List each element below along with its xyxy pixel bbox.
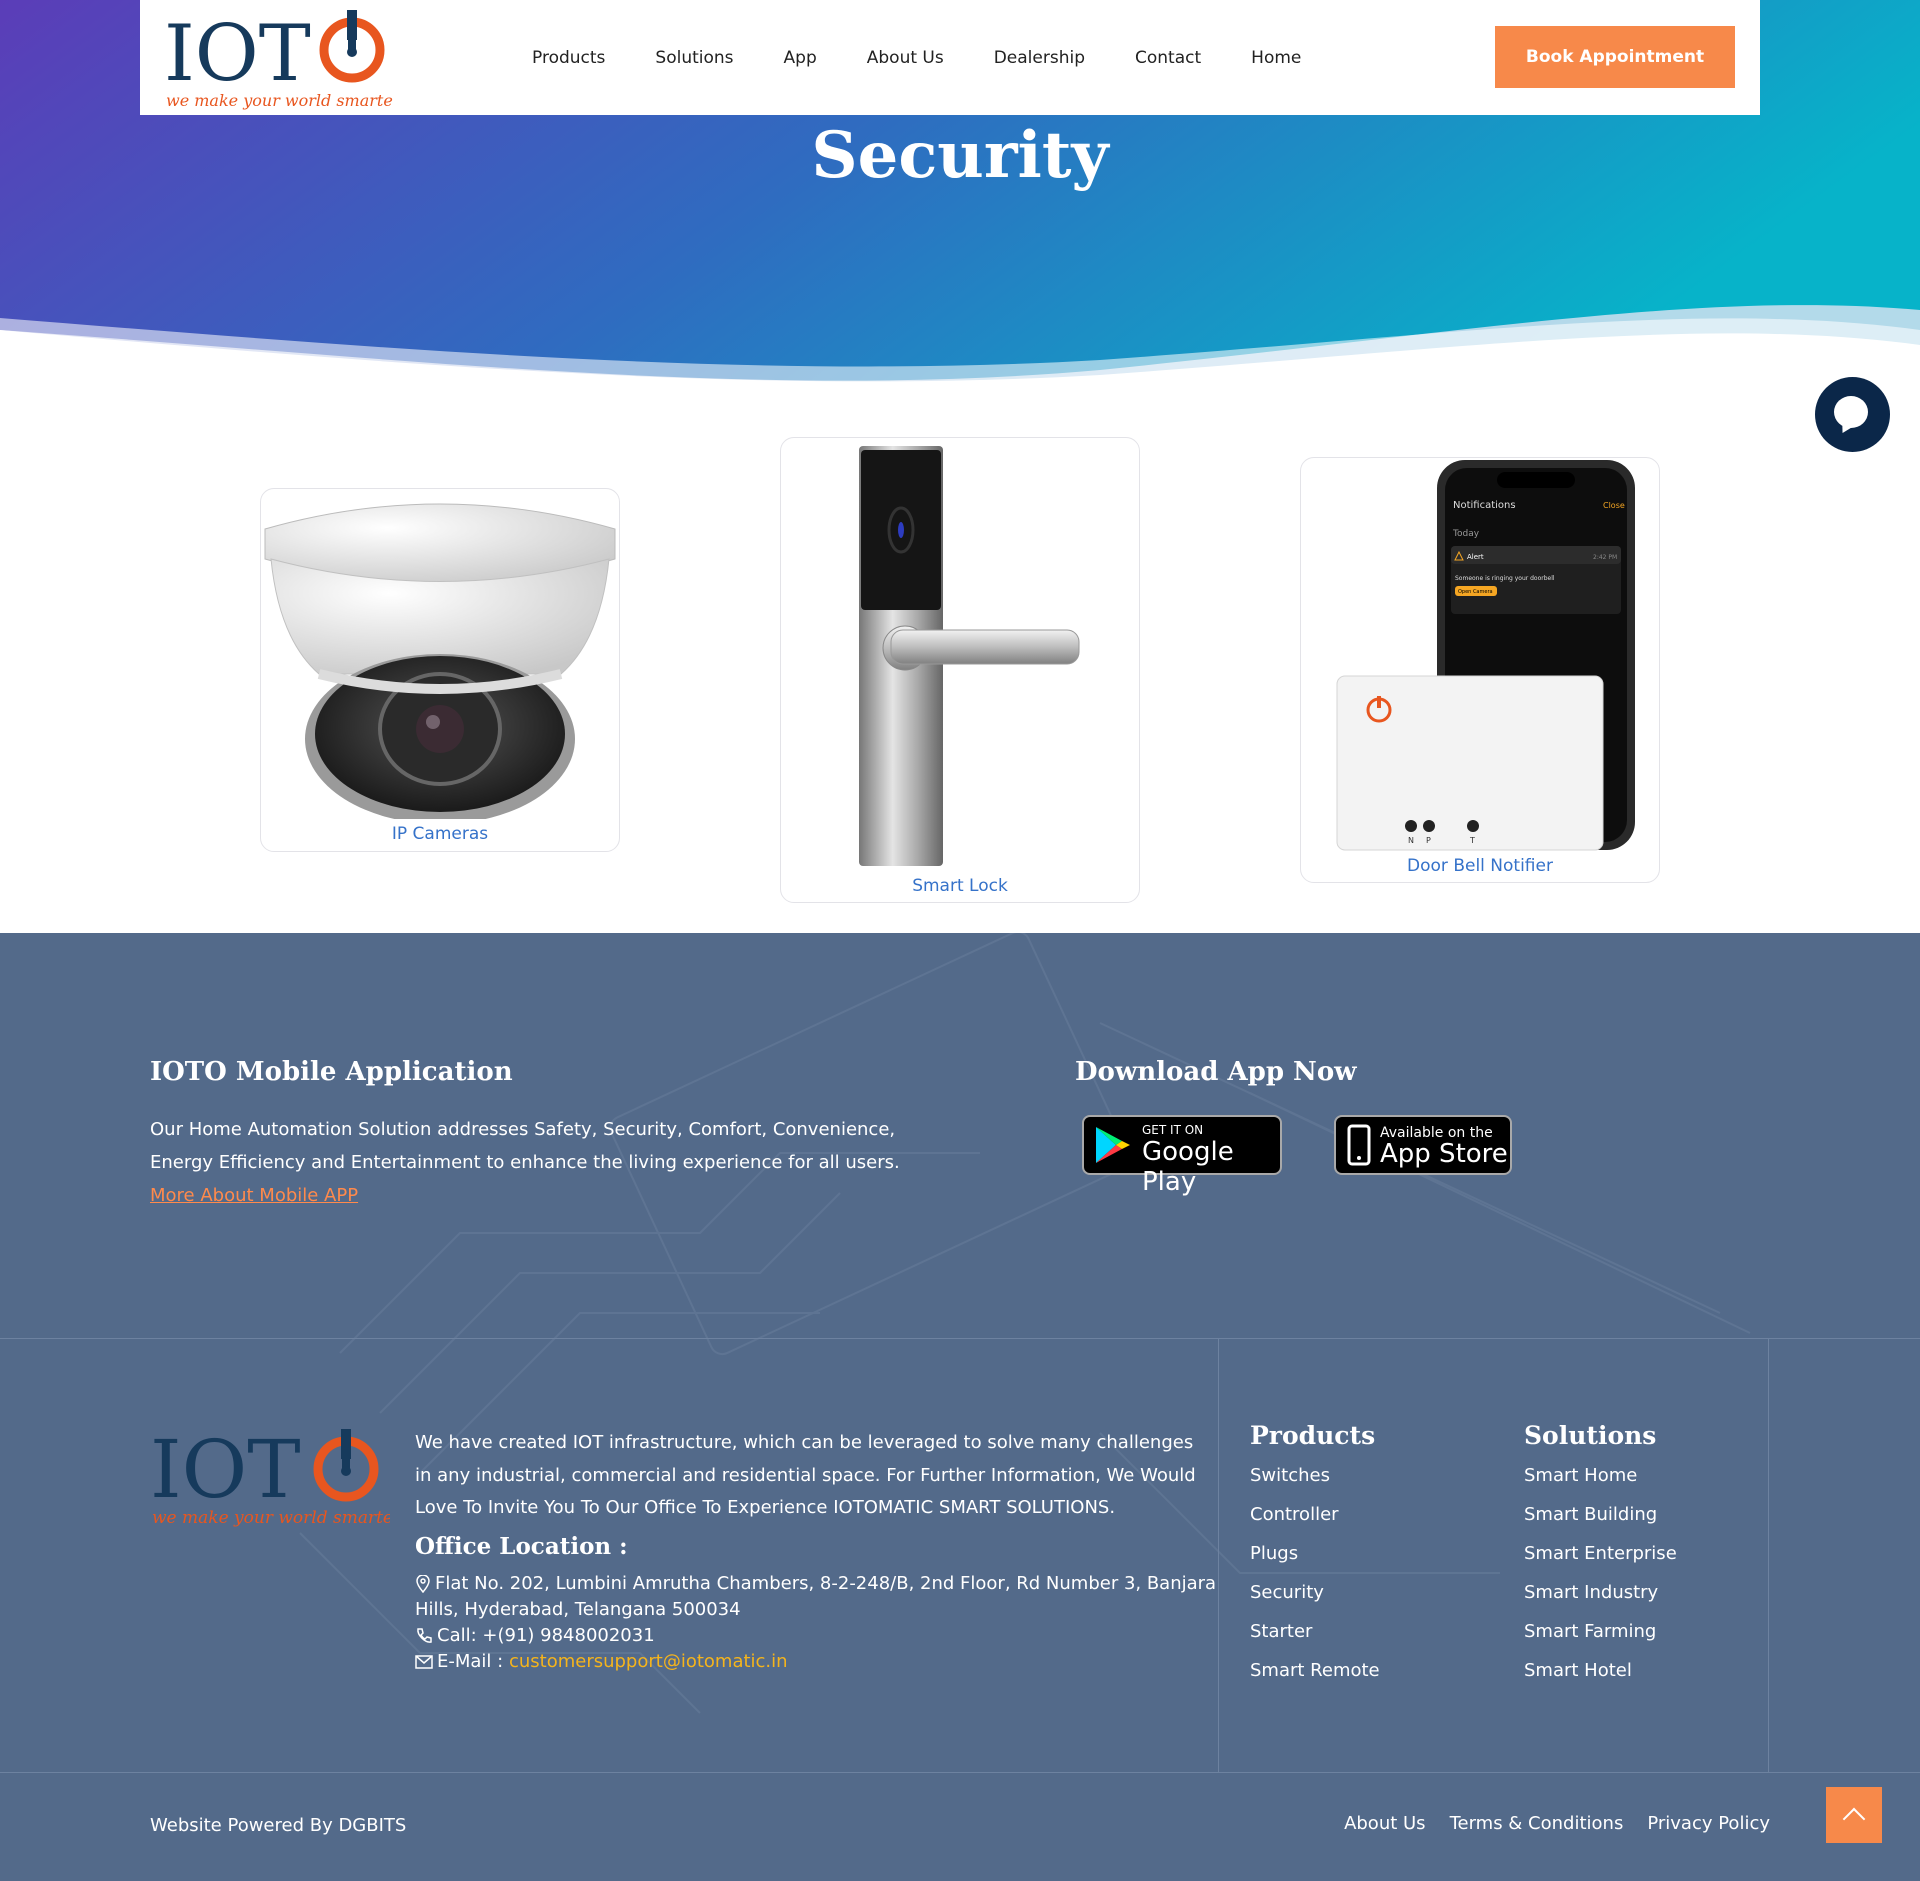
footer-link-smart-hotel[interactable]: Smart Hotel (1524, 1660, 1677, 1699)
address-text-1: Flat No. 202, Lumbini Amrutha Chambers, … (435, 1573, 1217, 1594)
google-play-badge[interactable]: GET IT ON Google Play (1082, 1115, 1282, 1197)
app-store-badge[interactable]: Available on the App Store (1334, 1115, 1512, 1175)
site-header: IOT we make your world smarter Products … (140, 0, 1760, 115)
footer-link-smart-remote[interactable]: Smart Remote (1250, 1660, 1380, 1699)
phone-alert-message: Someone is ringing your doorbell (1455, 575, 1555, 582)
app-heading: IOTO Mobile Application (150, 1057, 513, 1087)
footer-link-smart-industry[interactable]: Smart Industry (1524, 1582, 1677, 1621)
footer-link-smart-farming[interactable]: Smart Farming (1524, 1621, 1677, 1660)
port-label-t: T (1469, 836, 1475, 845)
email-label: E-Mail : (437, 1651, 504, 1672)
footer-divider-top (0, 1338, 1920, 1339)
location-pin-icon (416, 1575, 430, 1593)
chat-bubble-icon (1834, 396, 1868, 428)
product-card-door-bell-notifier[interactable]: Notifications Close Today Alert 2:42 PM … (1300, 457, 1660, 883)
smart-lock-image (859, 446, 1080, 866)
footer-logo[interactable]: IOT we make your world smarter (150, 1423, 402, 1528)
book-appointment-button[interactable]: Book Appointment (1495, 26, 1735, 88)
site-footer: IOTO Mobile Application Our Home Automat… (0, 933, 1920, 1881)
phone-alert-time: 2:42 PM (1593, 554, 1617, 561)
nav-products[interactable]: Products (532, 48, 605, 68)
call-text: Call: +(91) 9848002031 (437, 1625, 655, 1646)
google-play-icon (1096, 1127, 1130, 1163)
address-line-1: Flat No. 202, Lumbini Amrutha Chambers, … (415, 1573, 1216, 1594)
footer-link-starter[interactable]: Starter (1250, 1621, 1380, 1660)
product-card-smart-lock[interactable]: Smart Lock (780, 437, 1140, 903)
email-link[interactable]: customersupport@iotomatic.in (509, 1651, 788, 1672)
about-text-line-2: in any industrial, commercial and reside… (415, 1465, 1196, 1486)
port-label-p: P (1426, 836, 1431, 845)
logo-mark: IOT we make your world smarter (164, 9, 402, 110)
door-bell-notifier-image: Notifications Close Today Alert 2:42 PM … (1336, 460, 1635, 851)
footer-products-heading: Products (1250, 1421, 1376, 1450)
phone-alert-label: Alert (1467, 553, 1484, 561)
footer-divider-bottom (0, 1772, 1920, 1773)
google-play-small-text: GET IT ON (1142, 1123, 1204, 1137)
footer-divider-v2 (1768, 1338, 1769, 1773)
app-store-big-text: App Store (1380, 1139, 1508, 1169)
footer-logo-letters: IOT (150, 1423, 301, 1516)
phone-close-text: Close (1603, 501, 1625, 510)
ioto-logo[interactable]: IOT we make your world smarter (164, 6, 402, 110)
logo-tagline: we make your world smarter (166, 91, 394, 110)
phone-today-label: Today (1452, 529, 1480, 539)
footer-link-security[interactable]: Security (1250, 1582, 1380, 1621)
email-line: E-Mail : customersupport@iotomatic.in (415, 1651, 788, 1672)
phone-icon (1347, 1124, 1371, 1166)
google-play-big-text: Google Play (1142, 1137, 1234, 1197)
mail-icon (415, 1655, 433, 1669)
footer-link-controller[interactable]: Controller (1250, 1504, 1380, 1543)
footer-bottom-links: About Us Terms & Conditions Privacy Poli… (1320, 1813, 1770, 1834)
address-line-2: Hills, Hyderabad, Telangana 500034 (415, 1599, 741, 1620)
footer-logo-tagline: we make your world smarter (152, 1508, 390, 1527)
footer-products-list: Switches Controller Plugs Security Start… (1250, 1465, 1380, 1699)
bottom-link-privacy[interactable]: Privacy Policy (1647, 1813, 1770, 1834)
phone-call-icon (417, 1628, 432, 1643)
page-title: Security (811, 118, 1109, 193)
footer-solutions-heading: Solutions (1524, 1421, 1657, 1450)
footer-link-plugs[interactable]: Plugs (1250, 1543, 1380, 1582)
nav-app[interactable]: App (784, 48, 817, 68)
nav-home[interactable]: Home (1251, 48, 1301, 68)
powered-by-text: Website Powered By DGBITS (150, 1815, 407, 1836)
product-card-ip-cameras[interactable]: IP Cameras (260, 488, 620, 852)
nav-dealership[interactable]: Dealership (994, 48, 1085, 68)
footer-divider-v1 (1218, 1338, 1219, 1773)
footer-link-smart-building[interactable]: Smart Building (1524, 1504, 1677, 1543)
nav-contact[interactable]: Contact (1135, 48, 1201, 68)
footer-link-switches[interactable]: Switches (1250, 1465, 1380, 1504)
about-text-line-3: Love To Invite You To Our Office To Expe… (415, 1497, 1116, 1518)
main-nav: Products Solutions App About Us Dealersh… (532, 0, 1351, 115)
call-line[interactable]: Call: +(91) 9848002031 (415, 1625, 655, 1646)
chat-widget-button[interactable] (1815, 377, 1890, 452)
product-label-smart-lock: Smart Lock (912, 876, 1008, 896)
footer-logo-mark: IOT we make your world smarter (150, 1423, 402, 1528)
about-text-line-1: We have created IOT infrastructure, whic… (415, 1432, 1194, 1453)
nav-solutions[interactable]: Solutions (655, 48, 733, 68)
ip-camera-image (264, 503, 616, 819)
phone-notifications-title: Notifications (1453, 500, 1516, 511)
scroll-to-top-button[interactable] (1826, 1787, 1882, 1843)
app-text-line-1: Our Home Automation Solution addresses S… (150, 1119, 896, 1140)
footer-solutions-list: Smart Home Smart Building Smart Enterpri… (1524, 1465, 1677, 1699)
product-label-ip-cameras: IP Cameras (391, 824, 489, 844)
bottom-link-about-us[interactable]: About Us (1344, 1813, 1426, 1834)
footer-link-smart-home[interactable]: Smart Home (1524, 1465, 1677, 1504)
phone-open-camera-button: Open Camera (1458, 589, 1493, 595)
product-label-door-bell-notifier: Door Bell Notifier (1407, 856, 1553, 876)
download-heading: Download App Now (1075, 1057, 1357, 1087)
nav-about-us[interactable]: About Us (867, 48, 944, 68)
app-text-line-2: Energy Efficiency and Entertainment to e… (150, 1152, 900, 1173)
more-about-app-link[interactable]: More About Mobile APP (150, 1185, 358, 1206)
bottom-link-terms[interactable]: Terms & Conditions (1450, 1813, 1624, 1834)
footer-link-smart-enterprise[interactable]: Smart Enterprise (1524, 1543, 1677, 1582)
office-location-heading: Office Location : (415, 1533, 628, 1560)
logo-letters: IOT (164, 9, 311, 99)
port-label-n: N (1408, 836, 1414, 845)
